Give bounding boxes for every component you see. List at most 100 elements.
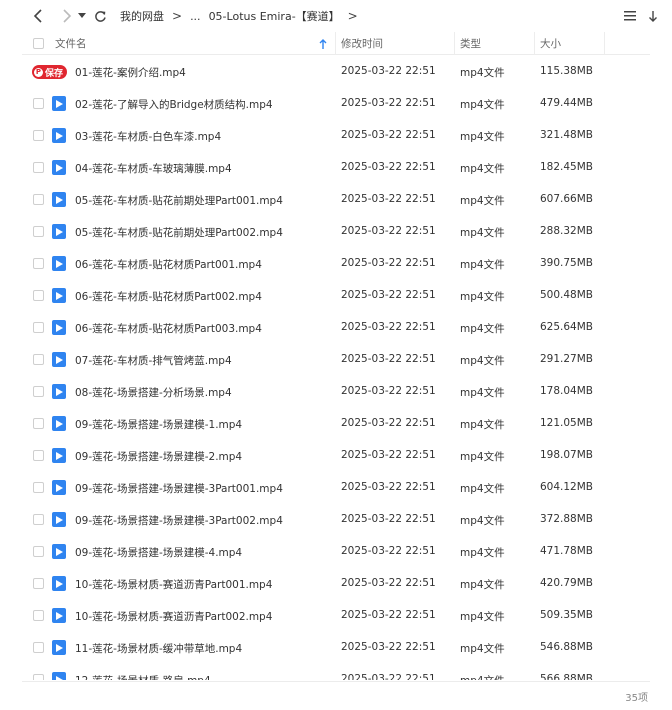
row-checkbox[interactable] [33, 674, 44, 680]
file-name[interactable]: 06-莲花-车材质-贴花材质Part002.mp4 [75, 289, 262, 304]
file-size: 115.38MB [540, 65, 594, 77]
column-type[interactable]: 类型 [455, 32, 535, 55]
file-size: 471.78MB [540, 545, 594, 557]
file-name[interactable]: 12-莲花-场景材质-路肩.mp4 [75, 673, 211, 680]
file-row[interactable]: 09-莲花-场景搭建-场景建模-1.mp4 2025-03-22 22:51 mp4… [22, 408, 650, 440]
file-row[interactable]: 03-莲花-车材质-白色车漆.mp4 2025-03-22 22:51 mp4文件 3… [22, 120, 650, 152]
row-checkbox[interactable] [33, 354, 44, 365]
row-checkbox[interactable] [33, 642, 44, 653]
file-name[interactable]: 08-莲花-场景搭建-分析场景.mp4 [75, 385, 232, 400]
row-checkbox[interactable] [33, 226, 44, 237]
file-row[interactable]: 12-莲花-场景材质-路肩.mp4 2025-03-22 22:51 mp4文件 56… [22, 664, 650, 680]
file-name[interactable]: 04-莲花-车材质-车玻璃薄膜.mp4 [75, 161, 232, 176]
file-type: mp4文件 [460, 227, 505, 239]
file-name[interactable]: 09-莲花-场景搭建-场景建模-4.mp4 [75, 545, 242, 560]
breadcrumb-current[interactable]: 05-Lotus Emira-【赛道】 [209, 8, 340, 24]
file-row[interactable]: 09-莲花-场景搭建-场景建模-3Part002.mp4 2025-03-22 2… [22, 504, 650, 536]
file-size: 390.75MB [540, 257, 594, 269]
file-modified-time: 2025-03-22 22:51 [341, 321, 436, 333]
refresh-button[interactable] [89, 5, 111, 27]
file-modified-time: 2025-03-22 22:51 [341, 97, 436, 109]
file-name[interactable]: 11-莲花-场景材质-缓冲带草地.mp4 [75, 641, 242, 656]
row-checkbox[interactable] [33, 322, 44, 333]
row-checkbox[interactable] [33, 258, 44, 269]
column-name[interactable]: 文件名 [22, 32, 336, 55]
file-row[interactable]: 08-莲花-场景搭建-分析场景.mp4 2025-03-22 22:51 mp4文件… [22, 376, 650, 408]
file-row[interactable]: 05-莲花-车材质-贴花前期处理Part002.mp4 2025-03-22 22… [22, 216, 650, 248]
file-type: mp4文件 [460, 547, 505, 559]
file-name[interactable]: 09-莲花-场景搭建-场景建模-3Part002.mp4 [75, 513, 283, 528]
file-size: 291.27MB [540, 353, 594, 365]
row-checkbox[interactable] [33, 98, 44, 109]
pinterest-icon: P [34, 67, 43, 77]
file-row[interactable]: 09-莲花-场景搭建-场景建模-2.mp4 2025-03-22 22:51 mp4… [22, 440, 650, 472]
file-row[interactable]: 11-莲花-场景材质-缓冲带草地.mp4 2025-03-22 22:51 mp4文… [22, 632, 650, 664]
file-row[interactable]: 07-莲花-车材质-排气管烤蓝.mp4 2025-03-22 22:51 mp4文件… [22, 344, 650, 376]
row-checkbox[interactable] [33, 130, 44, 141]
save-badge-label: 保存 [45, 68, 64, 79]
file-name[interactable]: 10-莲花-场景材质-赛道沥青Part001.mp4 [75, 577, 272, 592]
back-button[interactable] [28, 5, 50, 27]
file-row[interactable]: 09-莲花-场景搭建-场景建模-3Part001.mp4 2025-03-22 2… [22, 472, 650, 504]
file-row[interactable]: 02-莲花-了解导入的Bridge材质结构.mp4 2025-03-22 22:5… [22, 88, 650, 120]
file-modified-time: 2025-03-22 22:51 [341, 225, 436, 237]
row-checkbox[interactable] [33, 610, 44, 621]
file-name[interactable]: 02-莲花-了解导入的Bridge材质结构.mp4 [75, 97, 273, 112]
file-modified-time: 2025-03-22 22:51 [341, 513, 436, 525]
file-row[interactable]: 09-莲花-场景搭建-场景建模-4.mp4 2025-03-22 22:51 mp4… [22, 536, 650, 568]
row-checkbox[interactable] [33, 514, 44, 525]
history-dropdown-button[interactable] [76, 5, 88, 27]
forward-button[interactable] [55, 5, 77, 27]
breadcrumb-root[interactable]: 我的网盘 [120, 8, 164, 24]
file-type: mp4文件 [460, 195, 505, 207]
file-type: mp4文件 [460, 259, 505, 271]
column-modified-time[interactable]: 修改时间 [336, 32, 455, 55]
file-name[interactable]: 09-莲花-场景搭建-场景建模-1.mp4 [75, 417, 242, 432]
select-all-checkbox[interactable] [33, 38, 44, 49]
file-row[interactable]: 06-莲花-车材质-贴花材质Part003.mp4 2025-03-22 22:5… [22, 312, 650, 344]
row-checkbox[interactable] [33, 418, 44, 429]
breadcrumb-ellipsis[interactable]: ... [190, 10, 201, 23]
save-badge[interactable]: P 保存 [32, 65, 68, 79]
file-name[interactable]: 10-莲花-场景材质-赛道沥青Part002.mp4 [75, 609, 272, 624]
file-size: 566.88MB [540, 673, 594, 680]
file-row[interactable]: P 保存 01-莲花-案例介绍.mp4 2025-03-22 22:51 mp4文件 11… [22, 56, 650, 88]
file-size: 372.88MB [540, 513, 594, 525]
row-checkbox[interactable] [33, 162, 44, 173]
file-name[interactable]: 06-莲花-车材质-贴花材质Part003.mp4 [75, 321, 262, 336]
file-name[interactable]: 03-莲花-车材质-白色车漆.mp4 [75, 129, 221, 144]
column-name-label: 文件名 [55, 38, 87, 50]
video-file-icon [52, 288, 66, 303]
video-file-icon [52, 576, 66, 591]
video-file-icon [52, 256, 66, 271]
column-spacer [605, 32, 650, 55]
file-row[interactable]: 10-莲花-场景材质-赛道沥青Part002.mp4 2025-03-22 22:… [22, 600, 650, 632]
file-name[interactable]: 09-莲花-场景搭建-场景建模-3Part001.mp4 [75, 481, 283, 496]
column-size[interactable]: 大小 [535, 32, 605, 55]
video-file-icon [52, 160, 66, 175]
file-name[interactable]: 05-莲花-车材质-贴花前期处理Part002.mp4 [75, 225, 283, 240]
file-row[interactable]: 06-莲花-车材质-贴花材质Part001.mp4 2025-03-22 22:5… [22, 248, 650, 280]
row-checkbox[interactable] [33, 386, 44, 397]
file-row[interactable]: 04-莲花-车材质-车玻璃薄膜.mp4 2025-03-22 22:51 mp4文件… [22, 152, 650, 184]
file-row[interactable]: 10-莲花-场景材质-赛道沥青Part001.mp4 2025-03-22 22:… [22, 568, 650, 600]
caret-down-icon [78, 13, 86, 18]
file-name[interactable]: 07-莲花-车材质-排气管烤蓝.mp4 [75, 353, 232, 368]
file-row[interactable]: 05-莲花-车材质-贴花前期处理Part001.mp4 2025-03-22 22… [22, 184, 650, 216]
file-name[interactable]: 09-莲花-场景搭建-场景建模-2.mp4 [75, 449, 242, 464]
row-checkbox[interactable] [33, 578, 44, 589]
row-checkbox[interactable] [33, 482, 44, 493]
column-time-label: 修改时间 [341, 38, 383, 50]
video-file-icon [52, 96, 66, 111]
video-file-icon [52, 192, 66, 207]
row-checkbox[interactable] [33, 194, 44, 205]
file-row[interactable]: 06-莲花-车材质-贴花材质Part002.mp4 2025-03-22 22:5… [22, 280, 650, 312]
status-bar: 35项 [22, 681, 650, 710]
file-name[interactable]: 01-莲花-案例介绍.mp4 [75, 65, 186, 80]
row-checkbox[interactable] [33, 450, 44, 461]
file-name[interactable]: 05-莲花-车材质-贴花前期处理Part001.mp4 [75, 193, 283, 208]
row-checkbox[interactable] [33, 546, 44, 557]
row-checkbox[interactable] [33, 290, 44, 301]
file-name[interactable]: 06-莲花-车材质-贴花材质Part001.mp4 [75, 257, 262, 272]
sort-order-button[interactable] [624, 7, 658, 25]
